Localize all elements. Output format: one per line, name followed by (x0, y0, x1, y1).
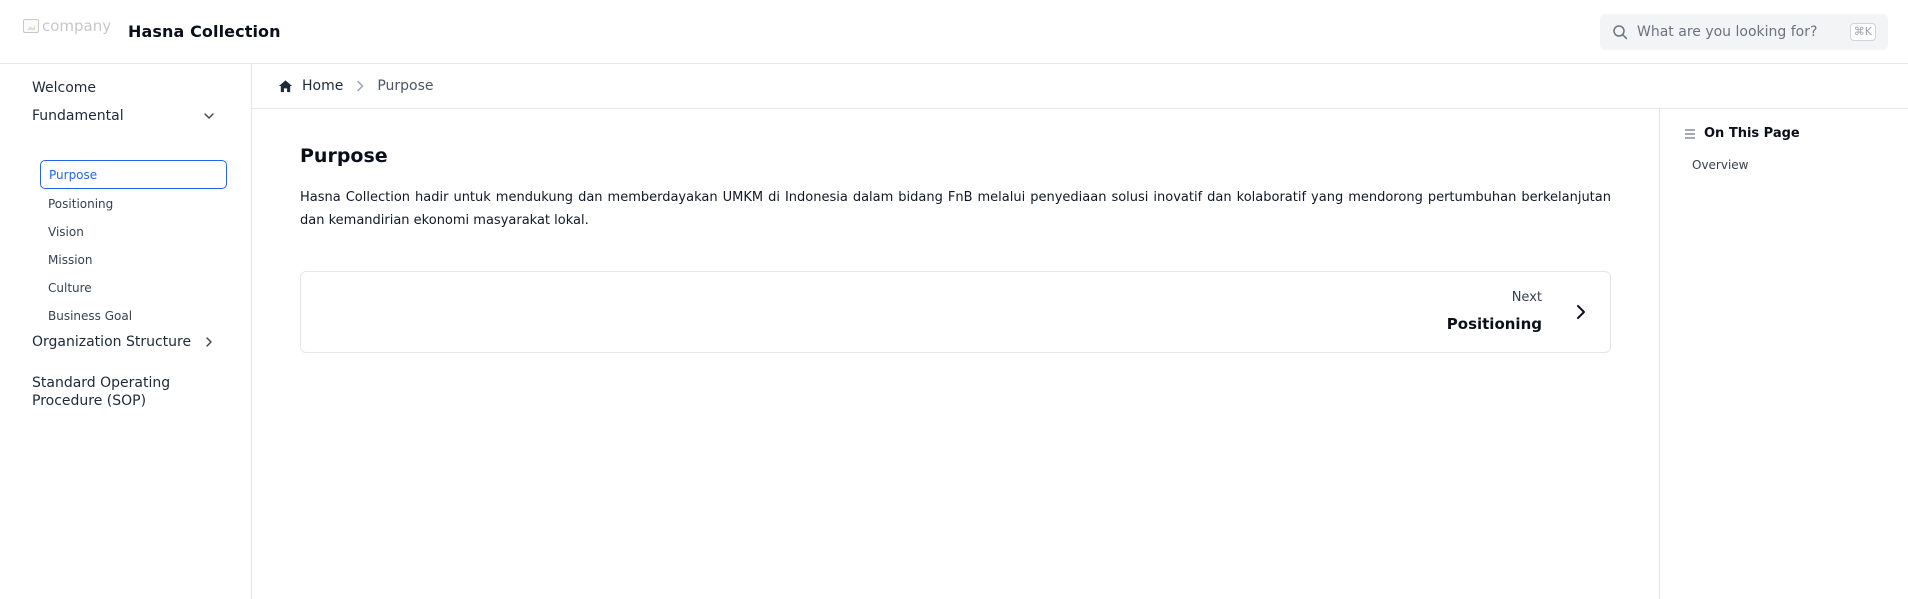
page-title: Purpose (300, 145, 388, 167)
sidebar-subitem-mission[interactable]: Mission (48, 253, 92, 267)
sidebar-subitem-vision[interactable]: Vision (48, 225, 84, 239)
sidebar-subitem-purpose[interactable]: Purpose (40, 160, 227, 189)
home-icon (278, 79, 293, 92)
chevron-right-icon (357, 80, 364, 92)
on-this-page-heading: On This Page (1684, 126, 1800, 141)
chevron-down-icon (204, 113, 214, 119)
search-placeholder: What are you looking for? (1637, 24, 1818, 40)
sidebar-item-sop[interactable]: Standard Operating Procedure (SOP) (32, 374, 202, 410)
next-label: Next (1511, 290, 1542, 305)
chevron-right-icon (1577, 305, 1585, 319)
next-page-title: Positioning (1446, 315, 1542, 333)
sidebar-subitem-business-goal[interactable]: Business Goal (48, 309, 132, 323)
list-icon (1685, 128, 1695, 139)
sidebar-item-label: Organization Structure (32, 334, 192, 350)
sidebar: Welcome Fundamental Purpose Positioning … (0, 64, 252, 599)
sidebar-item-fundamental[interactable]: Fundamental (32, 108, 216, 124)
broken-image-icon (23, 19, 39, 33)
sidebar-item-label: Fundamental (32, 108, 124, 124)
breadcrumb-current: Purpose (377, 78, 434, 94)
search-shortcut-badge: ⌘K (1849, 23, 1876, 41)
purpose-paragraph: Hasna Collection hadir untuk mendukung d… (300, 190, 1611, 228)
next-page-link[interactable]: Next Positioning (300, 271, 1611, 353)
top-header: company Hasna Collection What are you lo… (0, 0, 1908, 64)
breadcrumb-home-link[interactable]: Home (302, 78, 343, 94)
on-this-page-panel: On This Page Overview (1659, 109, 1908, 599)
sidebar-item-organization-structure[interactable]: Organization Structure (32, 334, 216, 350)
search-input[interactable]: What are you looking for? ⌘K (1600, 14, 1888, 50)
sidebar-subitem-culture[interactable]: Culture (48, 281, 92, 295)
breadcrumb: Home Purpose (252, 64, 1908, 109)
chevron-right-icon (206, 337, 212, 347)
sidebar-subitem-positioning[interactable]: Positioning (48, 197, 113, 211)
sidebar-item-welcome[interactable]: Welcome (32, 80, 96, 96)
brand-name[interactable]: Hasna Collection (128, 22, 281, 41)
on-this-page-title: On This Page (1704, 126, 1800, 141)
company-logo[interactable]: company (23, 17, 111, 35)
search-icon (1613, 25, 1628, 40)
toc-item-overview[interactable]: Overview (1692, 158, 1749, 172)
logo-alt-text: company (42, 17, 112, 35)
